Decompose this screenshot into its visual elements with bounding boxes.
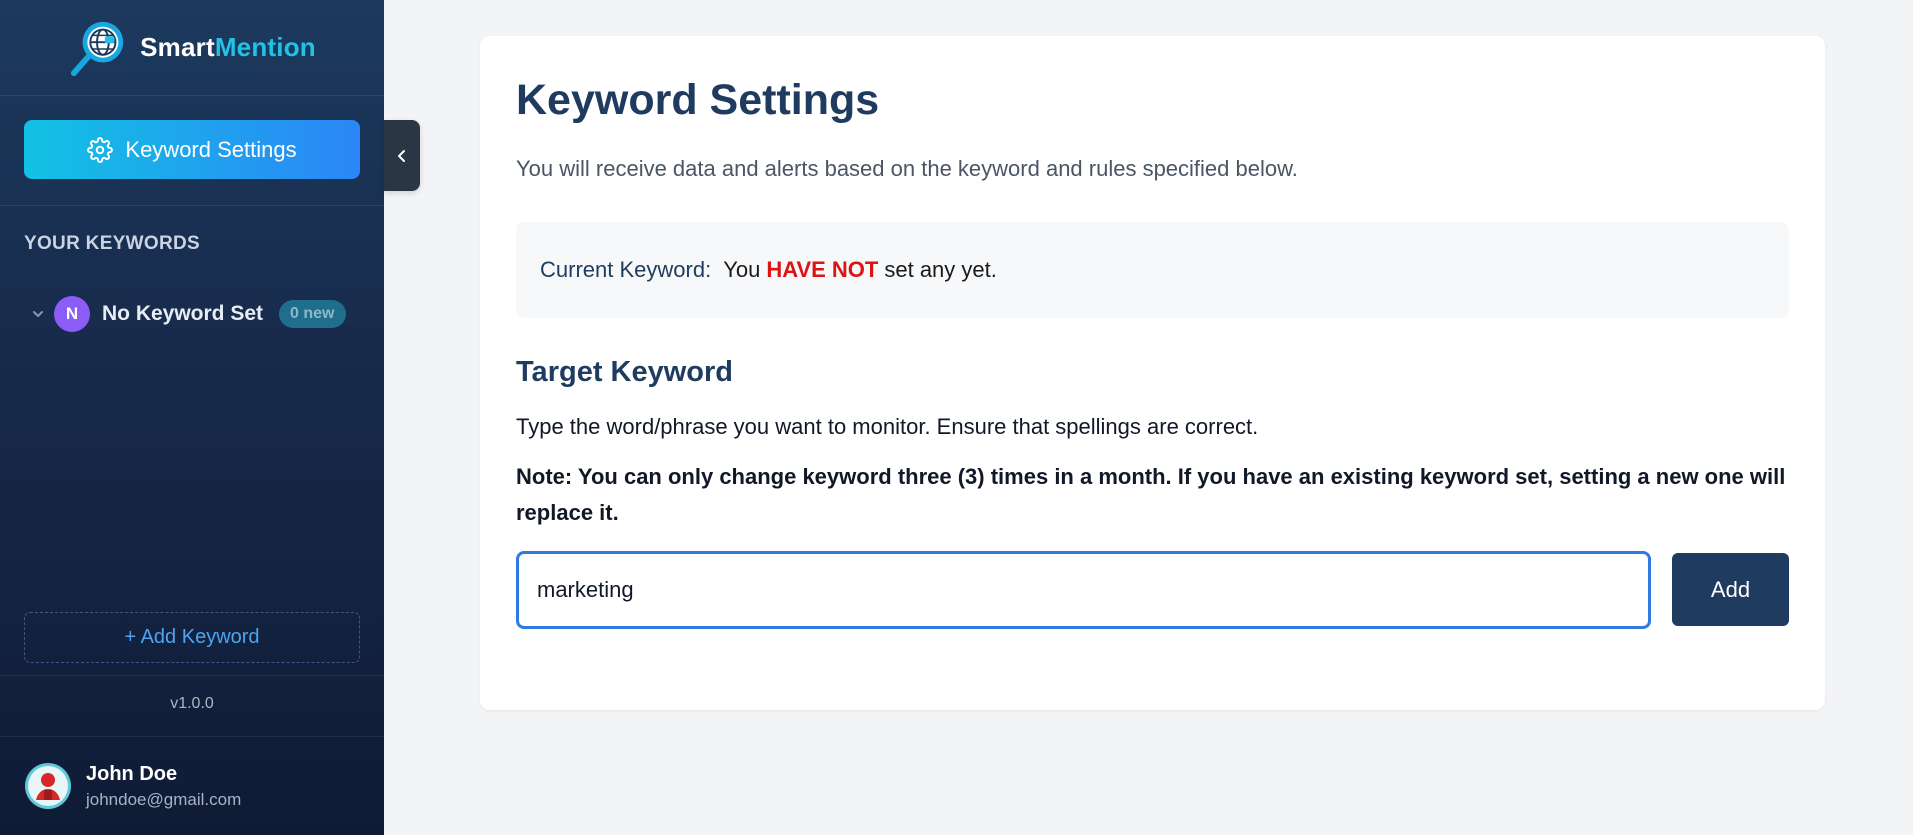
user-name: John Doe xyxy=(86,762,178,785)
user-info: John Doe johndoe@gmail.com xyxy=(86,763,241,810)
avatar-icon xyxy=(25,763,71,809)
keyword-list-item[interactable]: N No Keyword Set 0 new xyxy=(30,294,360,334)
add-button[interactable]: Add xyxy=(1672,553,1789,626)
chevron-down-icon[interactable] xyxy=(30,306,46,322)
current-keyword-warning: HAVE NOT xyxy=(766,257,879,282)
sidebar: SmartMention Keyword Settings YOUR KEYWO… xyxy=(0,0,384,835)
globe-magnifier-icon xyxy=(71,21,124,76)
keyword-label: No Keyword Set xyxy=(102,302,264,325)
version-label: v1.0.0 xyxy=(170,695,214,712)
current-keyword-box: Current Keyword: You HAVE NOT set any ye… xyxy=(516,222,1789,318)
keyword-avatar: N xyxy=(54,296,90,332)
sidebar-item-label: Keyword Settings xyxy=(125,136,297,162)
page-title: Keyword Settings xyxy=(516,76,880,124)
target-keyword-heading: Target Keyword xyxy=(516,356,734,388)
divider xyxy=(0,736,384,737)
gear-icon xyxy=(87,136,114,163)
collapse-sidebar-button[interactable] xyxy=(384,120,420,191)
user-profile[interactable]: John Doe johndoe@gmail.com xyxy=(24,762,241,810)
current-keyword-text-before: You xyxy=(723,257,761,282)
target-keyword-note: Note: You can only change keyword three … xyxy=(516,464,1786,525)
divider xyxy=(0,675,384,676)
brand-name: SmartMention xyxy=(140,32,316,62)
add-keyword-button[interactable]: + Add Keyword xyxy=(24,612,360,663)
chevron-left-icon xyxy=(398,149,405,162)
keyword-input[interactable] xyxy=(516,551,1651,629)
user-email: johndoe@gmail.com xyxy=(86,789,242,809)
current-keyword-text-after: set any yet. xyxy=(884,257,997,282)
new-count-badge: 0 new xyxy=(279,300,346,328)
keyword-settings-card: Keyword Settings You will receive data a… xyxy=(480,36,1825,710)
divider xyxy=(0,205,384,206)
current-keyword-label: Current Keyword: xyxy=(540,257,712,282)
target-keyword-helper: Type the word/phrase you want to monitor… xyxy=(516,414,1259,439)
brand[interactable]: SmartMention xyxy=(0,0,384,96)
page-description: You will receive data and alerts based o… xyxy=(516,156,1298,181)
sidebar-item-keyword-settings[interactable]: Keyword Settings xyxy=(24,120,360,179)
section-title: YOUR KEYWORDS xyxy=(24,233,200,254)
